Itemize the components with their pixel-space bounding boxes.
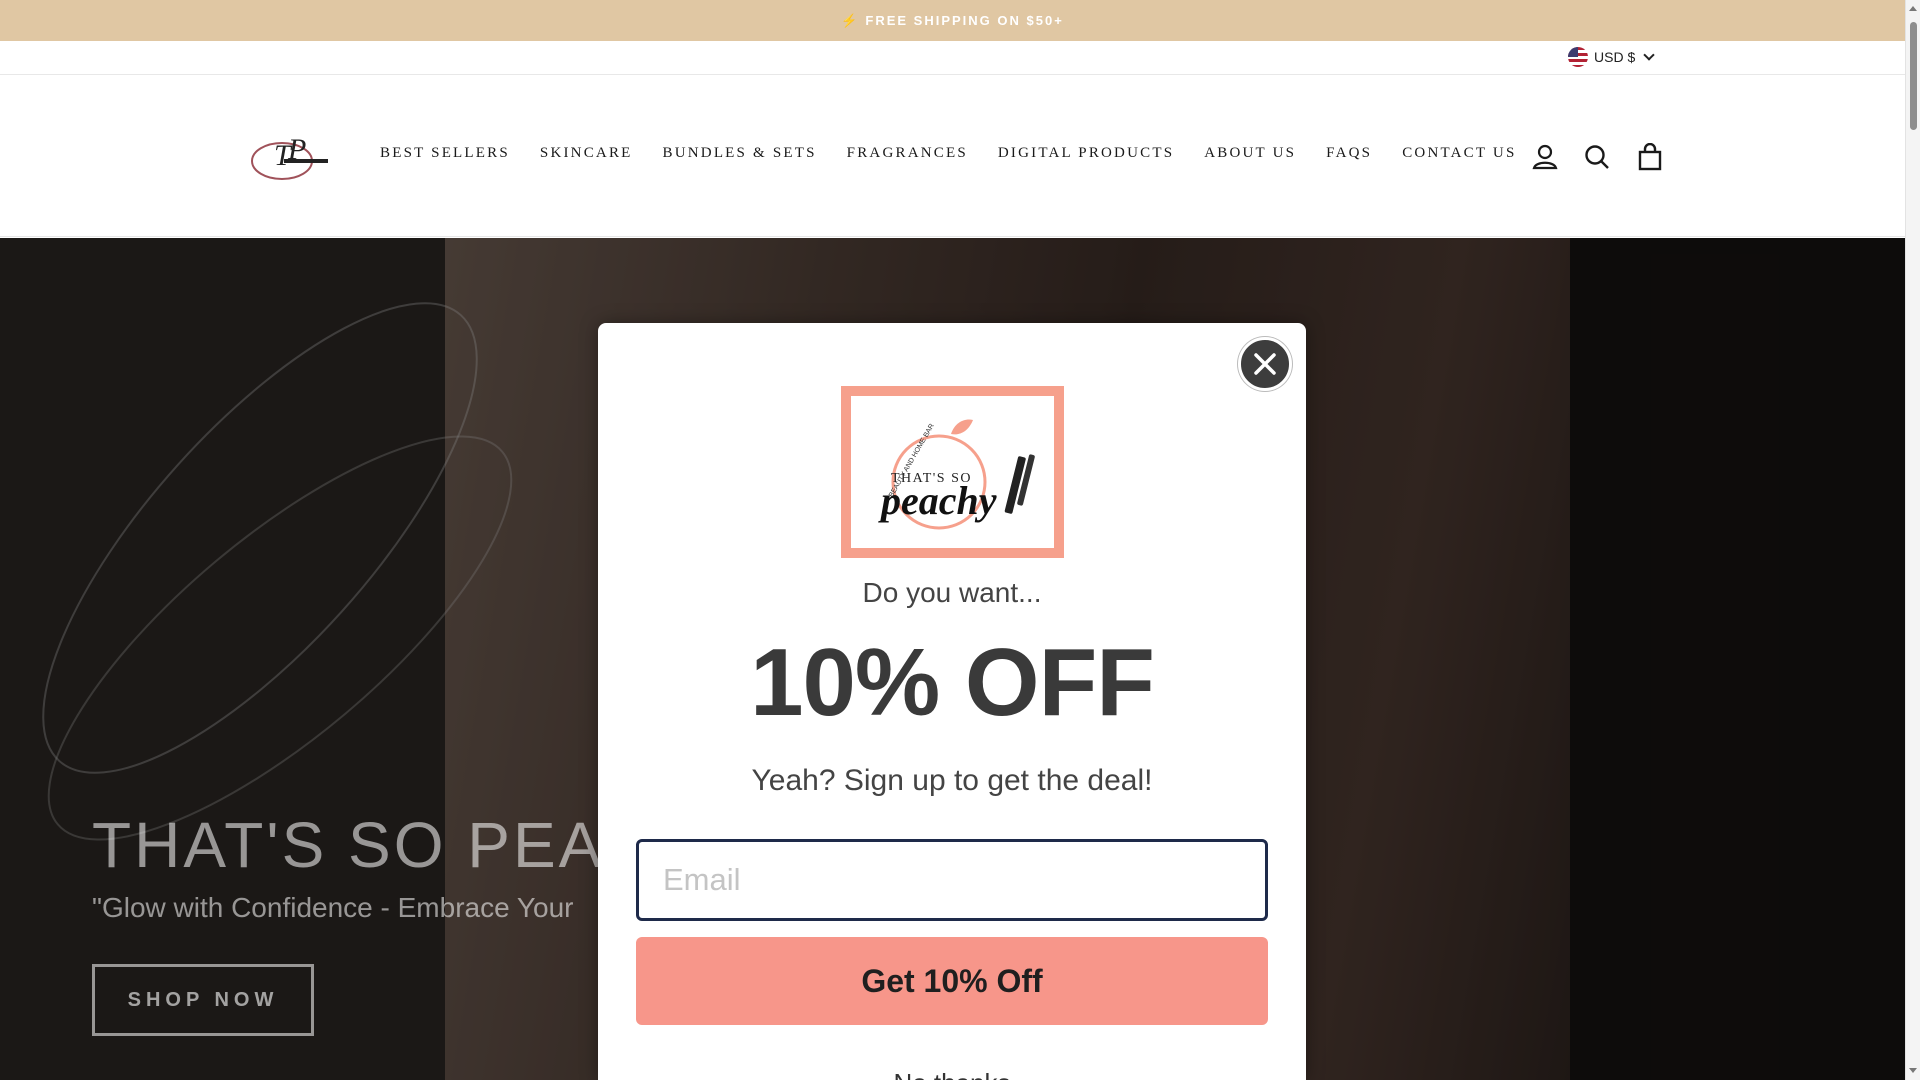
popup-subline: Yeah? Sign up to get the deal! — [751, 764, 1153, 797]
email-field[interactable] — [636, 839, 1268, 921]
chevron-down-icon — [1643, 49, 1655, 61]
nav-bundles-sets[interactable]: BUNDLES & SETS — [648, 145, 832, 162]
hero-title: THAT'S SO PEAC — [92, 809, 654, 881]
utility-bar: USD $ — [0, 41, 1905, 75]
shop-now-button[interactable]: SHOP NOW — [92, 964, 314, 1036]
popup-headline: 10% OFF — [750, 629, 1155, 736]
close-popup-button[interactable] — [1238, 337, 1292, 391]
site-logo[interactable]: T P — [248, 125, 330, 183]
hero-subtitle: "Glow with Confidence - Embrace Your — [92, 892, 574, 923]
nav-contact-us[interactable]: CONTACT US — [1387, 145, 1531, 162]
currency-selector[interactable]: USD $ — [1568, 47, 1655, 67]
nav-fragrances[interactable]: FRAGRANCES — [832, 145, 983, 162]
nav-about-us[interactable]: ABOUT US — [1189, 145, 1311, 162]
announcement-text: FREE SHIPPING ON $50+ — [865, 13, 1064, 28]
discount-popup: BEAUTY AND HOME BAR THAT'S SO peachy Do … — [598, 323, 1306, 1080]
search-icon[interactable] — [1583, 143, 1611, 171]
page-scrollbar[interactable] — [1905, 0, 1920, 1080]
get-discount-button[interactable]: Get 10% Off — [636, 937, 1268, 1025]
nav-faqs[interactable]: FAQS — [1311, 145, 1387, 162]
scroll-up-arrow-icon[interactable] — [1909, 6, 1917, 11]
currency-label: USD $ — [1594, 49, 1636, 65]
decline-link[interactable]: No thanks — [598, 1068, 1306, 1080]
cart-icon[interactable] — [1636, 142, 1664, 171]
announcement-bar: ⚡ FREE SHIPPING ON $50+ — [0, 0, 1905, 41]
main-nav: BEST SELLERS SKINCARE BUNDLES & SETS FRA… — [365, 145, 1532, 162]
brand-logo-inner: BEAUTY AND HOME BAR THAT'S SO peachy — [851, 396, 1054, 548]
nav-digital-products[interactable]: DIGITAL PRODUCTS — [983, 145, 1189, 162]
popup-question: Do you want... — [862, 577, 1042, 608]
close-icon — [1254, 353, 1276, 375]
account-icon[interactable] — [1531, 143, 1559, 171]
site-header: T P BEST SELLERS SKINCARE BUNDLES & SETS… — [0, 75, 1905, 237]
scroll-down-arrow-icon[interactable] — [1909, 1068, 1917, 1073]
brand-logo: BEAUTY AND HOME BAR THAT'S SO peachy — [841, 386, 1064, 558]
scrollbar-thumb[interactable] — [1910, 22, 1917, 130]
nav-skincare[interactable]: SKINCARE — [525, 145, 648, 162]
brand-peachy-text: peachy — [878, 478, 997, 523]
us-flag-icon — [1568, 47, 1588, 67]
lightning-bolt-icon: ⚡ — [841, 12, 860, 28]
nav-best-sellers[interactable]: BEST SELLERS — [365, 145, 525, 162]
